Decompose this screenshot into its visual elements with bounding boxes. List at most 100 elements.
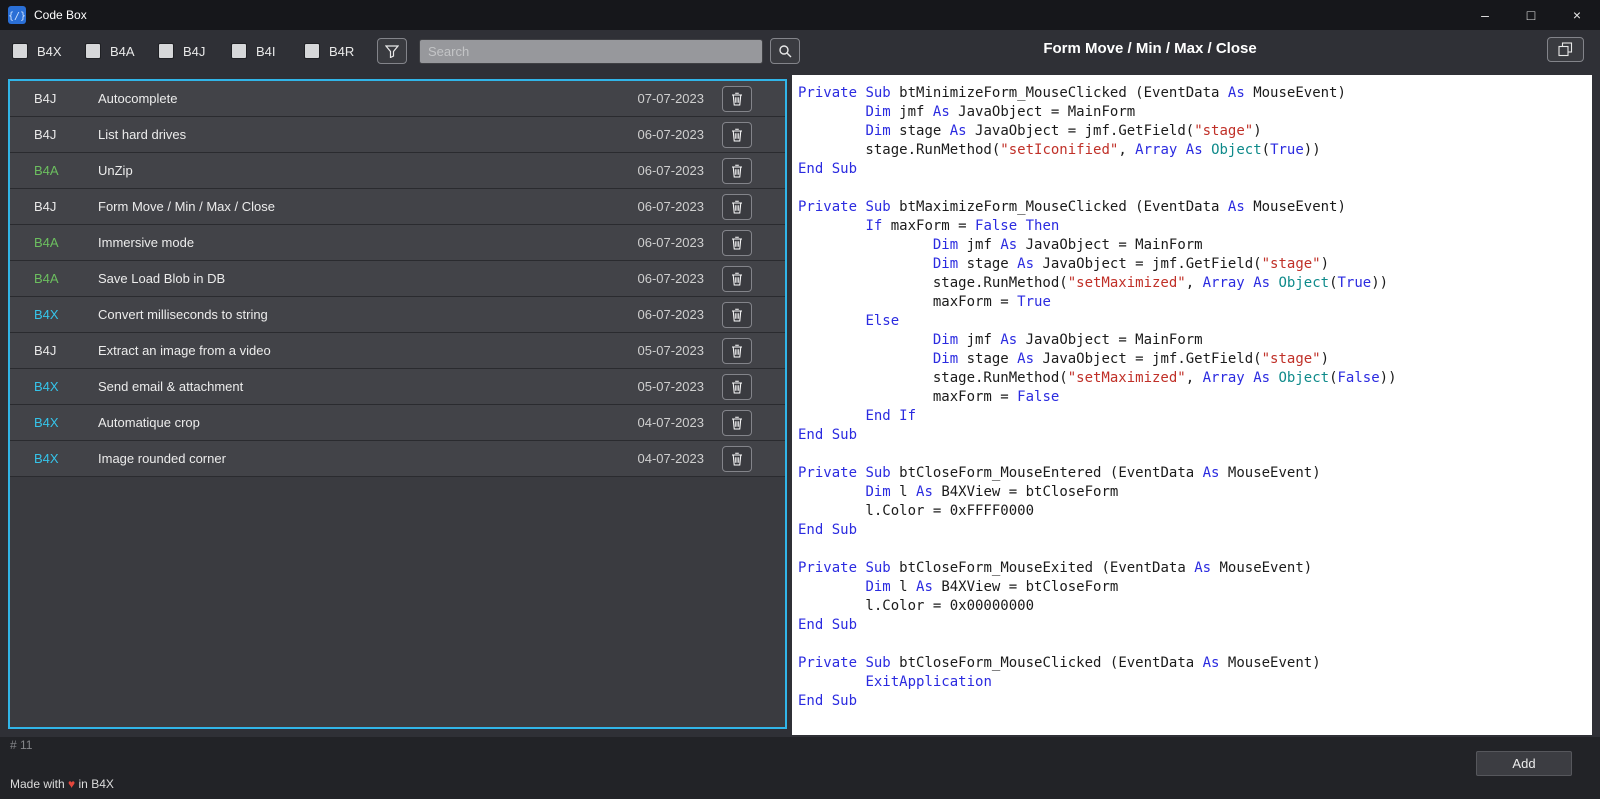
filter-checkbox-b4x[interactable]: B4X (12, 43, 63, 59)
trash-icon (731, 416, 743, 430)
checkbox-box[interactable] (231, 43, 247, 59)
made-with-suffix: in B4X (79, 777, 114, 791)
snippet-date: 05-07-2023 (638, 343, 705, 358)
snippet-type-badge: B4X (34, 307, 98, 322)
list-item[interactable]: B4XConvert milliseconds to string06-07-2… (10, 297, 785, 333)
add-button[interactable]: Add (1476, 751, 1572, 776)
snippet-type-badge: B4X (34, 379, 98, 394)
trash-icon (731, 272, 743, 286)
snippet-type-badge: B4J (34, 343, 98, 358)
code-line: Dim jmf As JavaObject = MainForm (798, 331, 1586, 350)
delete-snippet-button[interactable] (722, 122, 752, 148)
snippet-date: 05-07-2023 (638, 379, 705, 394)
code-line: Private Sub btCloseForm_MouseExited (Eve… (798, 559, 1586, 578)
code-line: Dim stage As JavaObject = jmf.GetField("… (798, 122, 1586, 141)
checkbox-box[interactable] (12, 43, 28, 59)
code-line: l.Color = 0xFFFF0000 (798, 502, 1586, 521)
delete-snippet-button[interactable] (722, 86, 752, 112)
list-item[interactable]: B4ASave Load Blob in DB06-07-2023 (10, 261, 785, 297)
delete-snippet-button[interactable] (722, 194, 752, 220)
filter-checkbox-b4r[interactable]: B4R (304, 43, 355, 59)
snippet-type-badge: B4A (34, 271, 98, 286)
snippet-title: Image rounded corner (98, 451, 638, 466)
code-line: maxForm = True (798, 293, 1586, 312)
funnel-icon (385, 45, 399, 58)
title-bar[interactable]: {/} Code Box – □ × (0, 0, 1600, 30)
bottom-bar: # 11 Made with ♥ in B4X Add (0, 737, 1600, 799)
close-button[interactable]: × (1554, 0, 1600, 30)
list-item[interactable]: B4JAutocomplete07-07-2023 (10, 81, 785, 117)
snippet-title: Form Move / Min / Max / Close (98, 199, 638, 214)
code-line (798, 635, 1586, 654)
snippet-type-badge: B4A (34, 163, 98, 178)
code-line: End Sub (798, 426, 1586, 445)
delete-snippet-button[interactable] (722, 302, 752, 328)
trash-icon (731, 380, 743, 394)
filter-button[interactable] (377, 38, 407, 64)
delete-snippet-button[interactable] (722, 266, 752, 292)
code-line: Dim stage As JavaObject = jmf.GetField("… (798, 255, 1586, 274)
code-line: Private Sub btCloseForm_MouseClicked (Ev… (798, 654, 1586, 673)
list-item[interactable]: B4JForm Move / Min / Max / Close06-07-20… (10, 189, 785, 225)
code-line: End Sub (798, 160, 1586, 179)
delete-snippet-button[interactable] (722, 410, 752, 436)
code-line (798, 540, 1586, 559)
filter-checkbox-b4i[interactable]: B4I (231, 43, 282, 59)
checkbox-box[interactable] (304, 43, 320, 59)
checkbox-box[interactable] (158, 43, 174, 59)
copy-button[interactable] (1547, 37, 1584, 62)
snippet-date: 04-07-2023 (638, 451, 705, 466)
snippet-title: Convert milliseconds to string (98, 307, 638, 322)
trash-icon (731, 308, 743, 322)
svg-text:{/}: {/} (8, 11, 26, 22)
copy-icon (1558, 42, 1573, 57)
delete-snippet-button[interactable] (722, 374, 752, 400)
trash-icon (731, 164, 743, 178)
list-item[interactable]: B4XImage rounded corner04-07-2023 (10, 441, 785, 477)
snippet-date: 06-07-2023 (638, 199, 705, 214)
list-item[interactable]: B4AUnZip06-07-2023 (10, 153, 785, 189)
code-line: ExitApplication (798, 673, 1586, 692)
window-title: Code Box (34, 8, 87, 22)
code-line: Dim stage As JavaObject = jmf.GetField("… (798, 350, 1586, 369)
delete-snippet-button[interactable] (722, 158, 752, 184)
snippet-type-badge: B4J (34, 199, 98, 214)
filter-label: B4R (329, 44, 355, 59)
list-item[interactable]: B4XAutomatique crop04-07-2023 (10, 405, 785, 441)
search-input[interactable] (419, 39, 763, 64)
list-item[interactable]: B4JExtract an image from a video05-07-20… (10, 333, 785, 369)
code-line: If maxForm = False Then (798, 217, 1586, 236)
code-editor[interactable]: Private Sub btMinimizeForm_MouseClicked … (792, 75, 1592, 735)
filter-label: B4X (37, 44, 63, 59)
snippet-type-badge: B4X (34, 415, 98, 430)
minimize-button[interactable]: – (1462, 0, 1508, 30)
trash-icon (731, 128, 743, 142)
snippet-date: 06-07-2023 (638, 271, 705, 286)
delete-snippet-button[interactable] (722, 230, 752, 256)
code-line: Dim l As B4XView = btCloseForm (798, 578, 1586, 597)
filter-label: B4J (183, 44, 209, 59)
snippet-type-badge: B4A (34, 235, 98, 250)
maximize-button[interactable]: □ (1508, 0, 1554, 30)
snippet-title: Autocomplete (98, 91, 638, 106)
list-item[interactable]: B4JList hard drives06-07-2023 (10, 117, 785, 153)
code-line: End Sub (798, 616, 1586, 635)
filter-checkbox-b4j[interactable]: B4J (158, 43, 209, 59)
snippet-type-badge: B4J (34, 91, 98, 106)
list-item[interactable]: B4AImmersive mode06-07-2023 (10, 225, 785, 261)
code-line: l.Color = 0x00000000 (798, 597, 1586, 616)
snippet-title: List hard drives (98, 127, 638, 142)
delete-snippet-button[interactable] (722, 446, 752, 472)
code-line: End Sub (798, 521, 1586, 540)
snippet-title-header: Form Move / Min / Max / Close (792, 40, 1508, 57)
code-line: Dim jmf As JavaObject = MainForm (798, 103, 1586, 122)
checkbox-box[interactable] (85, 43, 101, 59)
filter-checkbox-b4a[interactable]: B4A (85, 43, 136, 59)
snippet-title: Immersive mode (98, 235, 638, 250)
snippet-title: Automatique crop (98, 415, 638, 430)
snippet-date: 06-07-2023 (638, 235, 705, 250)
list-item[interactable]: B4XSend email & attachment05-07-2023 (10, 369, 785, 405)
snippet-type-badge: B4J (34, 127, 98, 142)
trash-icon (731, 200, 743, 214)
delete-snippet-button[interactable] (722, 338, 752, 364)
